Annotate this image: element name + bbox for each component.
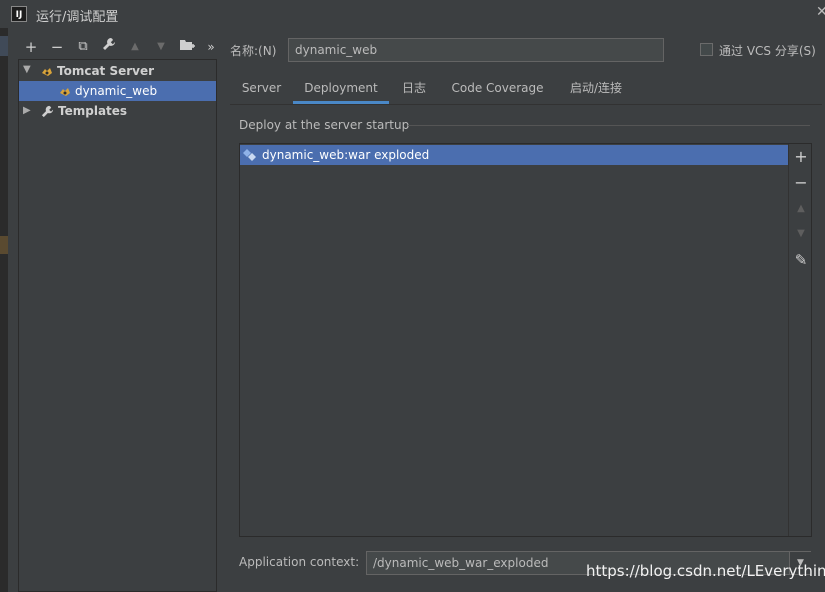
tree-item-label: Tomcat Server	[57, 64, 155, 78]
edit-defaults-wrench-icon[interactable]	[99, 37, 119, 57]
new-folder-icon[interactable]	[177, 37, 197, 57]
add-artifact-button[interactable]: +	[791, 147, 811, 167]
title-bar	[0, 0, 825, 28]
list-item[interactable]: dynamic_web:war exploded	[240, 145, 788, 165]
add-configuration-button[interactable]: +	[21, 37, 41, 57]
name-input[interactable]: dynamic_web	[288, 38, 664, 62]
wrench-icon	[41, 105, 54, 118]
tree-item-label: dynamic_web	[75, 84, 158, 98]
move-down-button[interactable]: ▼	[151, 37, 171, 57]
background-ide-marker	[0, 36, 8, 56]
intellij-logo-icon: IJ	[11, 6, 27, 22]
watermark: https://blog.csdn.net/LEverything	[586, 562, 825, 580]
tab-code-coverage[interactable]: Code Coverage	[444, 76, 551, 104]
artifact-icon	[243, 149, 256, 161]
more-actions-button[interactable]: »	[201, 37, 221, 57]
copy-configuration-button[interactable]: ⧉	[73, 37, 93, 57]
collapse-arrow-icon[interactable]: ▶	[23, 105, 31, 116]
expand-arrow-icon[interactable]: ▼	[23, 64, 31, 75]
deployment-list[interactable]	[239, 143, 812, 537]
name-label: 名称:(N)	[230, 44, 277, 58]
tree-item-templates[interactable]: Templates	[41, 101, 127, 121]
list-toolbar-divider	[788, 144, 789, 536]
tab-divider	[230, 104, 822, 105]
move-artifact-up-button[interactable]: ▲	[791, 199, 811, 219]
move-up-button[interactable]: ▲	[125, 37, 145, 57]
remove-configuration-button[interactable]: −	[47, 37, 67, 57]
tab-deployment[interactable]: Deployment	[293, 76, 389, 104]
tree-item-label: Templates	[58, 104, 128, 118]
tab-logs[interactable]: 日志	[393, 76, 435, 104]
close-icon[interactable]: ✕	[816, 4, 825, 20]
tomcat-icon	[60, 87, 70, 96]
share-vcs-checkbox[interactable]	[700, 43, 713, 56]
remove-artifact-button[interactable]: −	[791, 173, 811, 193]
window-title: 运行/调试配置	[36, 10, 119, 25]
configuration-tree: ▼ Tomcat Server dynamic_web ▶ Templates	[18, 59, 217, 592]
edit-artifact-pencil-icon[interactable]: ✎	[791, 250, 811, 270]
share-vcs-label[interactable]: 通过 VCS 分享(S)	[719, 42, 816, 59]
tomcat-icon	[42, 67, 52, 76]
background-ide-marker	[0, 236, 8, 254]
group-divider	[408, 125, 810, 126]
tree-item-dynamic-web[interactable]: dynamic_web	[19, 81, 216, 101]
background-ide-strip	[0, 28, 8, 592]
deploy-group-title: Deploy at the server startup	[239, 118, 410, 132]
move-artifact-down-button[interactable]: ▼	[791, 224, 811, 244]
tab-server[interactable]: Server	[234, 76, 289, 104]
application-context-label: Application context:	[239, 555, 360, 569]
tree-item-tomcat-server[interactable]: Tomcat Server	[41, 61, 154, 81]
list-item-label: dynamic_web:war exploded	[262, 148, 430, 162]
tab-startup-connection[interactable]: 启动/连接	[560, 76, 632, 104]
